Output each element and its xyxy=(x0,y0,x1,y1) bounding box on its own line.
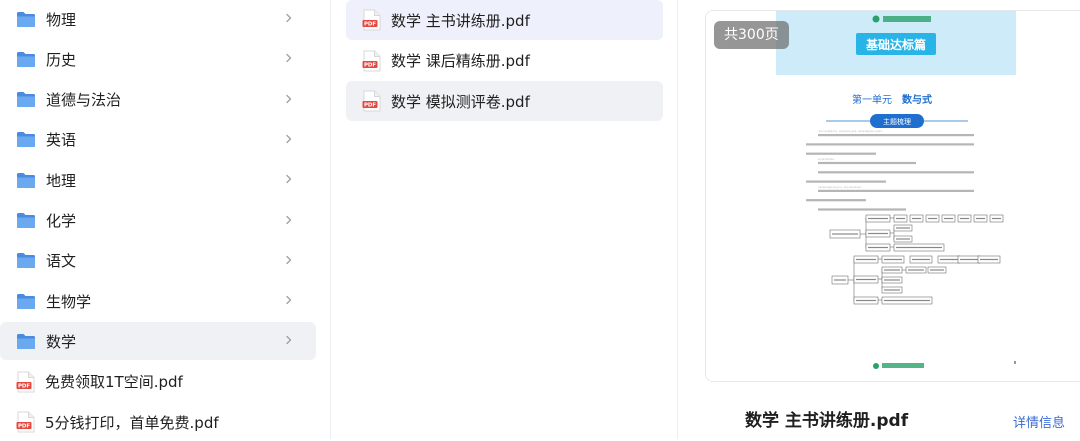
folder-label: 道德与法治 xyxy=(46,91,122,110)
folder-label: 历史 xyxy=(46,50,77,69)
folder-item[interactable]: 数学 xyxy=(0,322,316,361)
chevron-right-icon xyxy=(286,54,292,63)
folder-label: 物理 xyxy=(46,10,77,29)
doc-text-line xyxy=(818,161,916,165)
file-label: 数学 主书讲练册.pdf xyxy=(391,11,530,30)
folder-item[interactable]: 生物学 xyxy=(0,282,316,320)
file-label: 数学 课后精练册.pdf xyxy=(391,52,530,70)
preview-pane: 基础达标篇 第一单元 数与式 主题梳理 “数与式”是代数的基本语言，也是初中数学… xyxy=(678,0,1080,439)
doc-text-line xyxy=(806,180,886,183)
folder-icon xyxy=(17,92,35,108)
svg-text:PDF: PDF xyxy=(364,22,376,28)
folder-item[interactable]: 语文 xyxy=(0,242,316,280)
chevron-right-icon xyxy=(286,134,292,144)
folder-label: 数学 xyxy=(46,332,77,351)
doc-section-tag: 主题梳理 xyxy=(883,117,911,126)
folder-label: 地理 xyxy=(46,171,77,190)
svg-text:PDF: PDF xyxy=(364,62,376,68)
subject-file-item[interactable]: PDF 数学 主书讲练册.pdf xyxy=(346,0,663,40)
folder-icon xyxy=(17,172,35,188)
folder-icon xyxy=(17,333,35,349)
svg-text:PDF: PDF xyxy=(364,103,376,109)
svg-text:PDF: PDF xyxy=(18,424,30,430)
folder-icon xyxy=(17,213,35,228)
doc-text-line xyxy=(806,152,876,155)
folder-icon xyxy=(17,132,35,148)
doc-banner-title: 基础达标篇 xyxy=(865,37,926,52)
folder-label: 语文 xyxy=(46,252,77,271)
pdf-icon: PDF xyxy=(362,50,381,71)
file-label: 数学 模拟测评卷.pdf xyxy=(391,92,530,111)
folder-label: 化学 xyxy=(46,212,77,230)
folder-item[interactable]: 物理 xyxy=(0,0,316,38)
pdf-icon: PDF xyxy=(16,371,35,393)
chevron-right-icon xyxy=(286,295,292,305)
file-item[interactable]: PDF 免费领取1T空间.pdf xyxy=(0,363,316,401)
doc-text-line xyxy=(806,199,866,202)
chevron-right-icon xyxy=(286,13,292,23)
chevron-right-icon xyxy=(286,94,292,103)
folder-icon xyxy=(17,253,35,269)
pdf-icon: PDF xyxy=(362,9,381,31)
chevron-right-icon xyxy=(286,255,292,264)
folder-label: 生物学 xyxy=(46,292,92,311)
folder-item[interactable]: 英语 xyxy=(0,121,316,159)
doc-unit-topic: 数与式 xyxy=(902,93,932,106)
folder-label: 英语 xyxy=(46,131,77,150)
doc-text-line xyxy=(818,134,974,137)
chevron-right-icon xyxy=(286,215,292,224)
chevron-right-icon xyxy=(286,336,292,345)
pdf-icon: PDF xyxy=(16,411,35,433)
doc-text-line xyxy=(818,208,906,211)
folder-item[interactable]: 历史 xyxy=(0,40,316,78)
subject-file-item[interactable]: PDF 数学 模拟测评卷.pdf xyxy=(346,81,663,121)
subject-file-item[interactable]: PDF 数学 课后精练册.pdf xyxy=(346,41,663,81)
doc-text-line xyxy=(818,189,974,192)
folder-icon xyxy=(17,51,35,67)
file-label: 免费领取1T空间.pdf xyxy=(45,373,183,392)
doc-unit: 第一单元 xyxy=(852,93,892,106)
page-count-badge: 共300页 xyxy=(714,21,789,49)
preview-title: 数学 主书讲练册.pdf xyxy=(745,411,909,431)
doc-text-line xyxy=(818,171,974,174)
file-item[interactable]: PDF 5分钱打印，首单免费.pdf xyxy=(0,403,316,441)
folder-item[interactable]: 化学 xyxy=(0,202,316,240)
doc-text-line xyxy=(806,143,974,146)
file-label: 5分钱打印，首单免费.pdf xyxy=(45,413,219,432)
folder-item[interactable]: 地理 xyxy=(0,161,316,199)
folder-icon xyxy=(17,293,35,309)
chevron-right-icon xyxy=(286,175,292,184)
detail-info-link[interactable]: 详情信息 xyxy=(1013,412,1065,431)
document-thumbnail: 基础达标篇 第一单元 数与式 主题梳理 “数与式”是代数的基本语言，也是初中数学… xyxy=(706,11,1080,381)
pdf-icon: PDF xyxy=(362,90,381,112)
preview-card[interactable]: 基础达标篇 第一单元 数与式 主题梳理 “数与式”是代数的基本语言，也是初中数学… xyxy=(705,10,1080,382)
folder-icon xyxy=(17,11,35,27)
file-column: PDF 数学 主书讲练册.pdf PDF 数学 课后精练册.pdf PDF 数学 模拟测评… xyxy=(331,0,678,439)
folder-item[interactable]: 道德与法治 xyxy=(0,81,316,119)
svg-text:PDF: PDF xyxy=(18,383,30,389)
folder-column: 物理 历史 道德与法治 英语 地理 化学 语文 生物学 数学 PDF 免费领取1T空间.pdf PDF… xyxy=(0,0,331,439)
